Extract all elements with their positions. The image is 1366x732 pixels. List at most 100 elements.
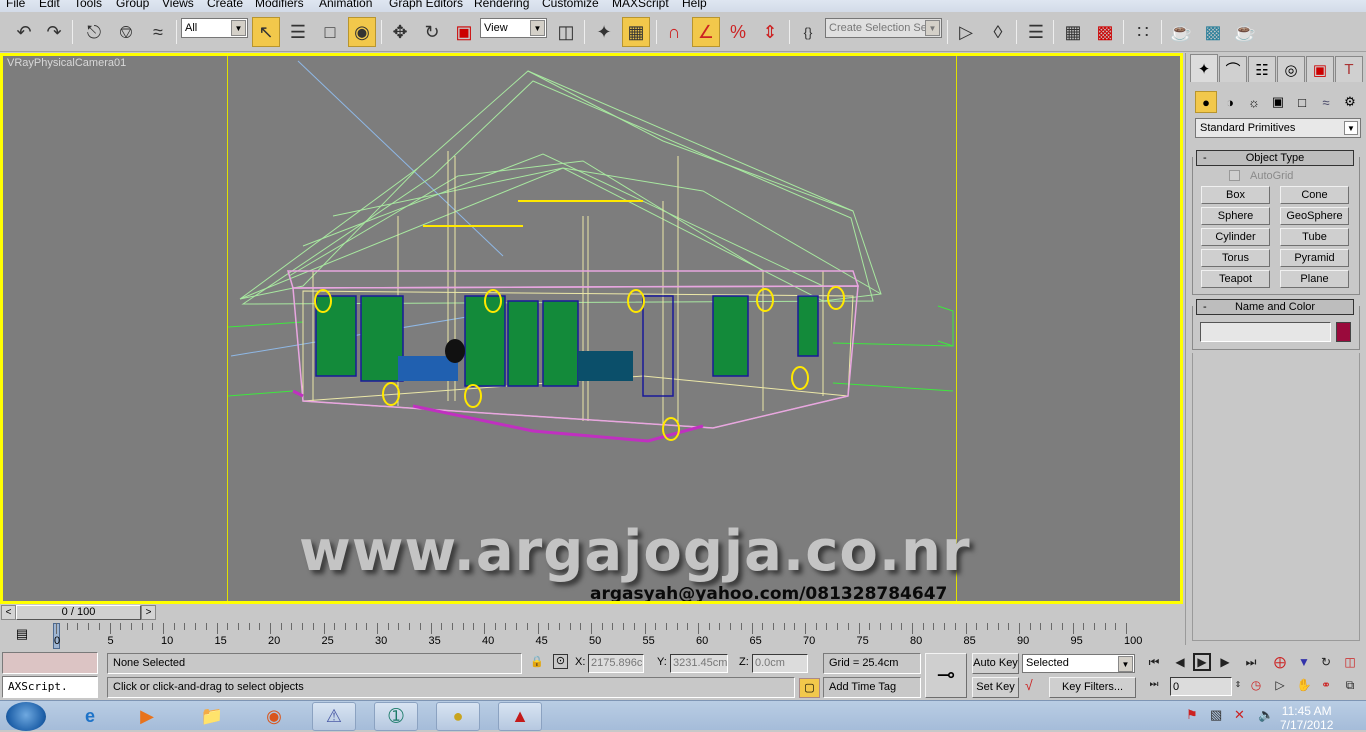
track-bar[interactable]: ▤ 0 5 10 15 20 25 30 35 40 45 50 55 60 65 70 75 80 85 90 95… — [0, 621, 1183, 651]
trackbar-ruler[interactable]: 0 5 10 15 20 25 30 35 40 45 50 55 60 65 70 75 80 85 90 95 10… — [54, 623, 1142, 651]
geosphere-button[interactable]: GeoSphere — [1280, 207, 1349, 225]
menu-tools[interactable]: Tools — [74, 0, 102, 10]
time-configuration-icon[interactable]: ◷ — [1246, 676, 1266, 694]
box-button[interactable]: Box — [1201, 186, 1270, 204]
add-time-tag-button[interactable]: Add Time Tag — [823, 677, 921, 698]
render-production-icon[interactable]: ☕ — [1231, 17, 1259, 47]
action-center-flag-icon[interactable]: ⚑ — [1186, 707, 1198, 723]
pan-view-icon[interactable]: ✋ — [1294, 676, 1314, 694]
create-tab-icon[interactable]: ✦ — [1190, 54, 1218, 82]
walk-through-icon[interactable]: ▷ — [1270, 676, 1290, 694]
display-tab-icon[interactable]: ▣ — [1306, 56, 1334, 82]
maxscript-mini-listener-top[interactable] — [2, 652, 98, 674]
mirror-icon[interactable]: ▷ — [952, 17, 980, 47]
schematic-view-icon[interactable]: ▩ — [1091, 17, 1119, 47]
mini-curve-editor-icon[interactable]: ▤ — [12, 626, 32, 646]
motion-tab-icon[interactable]: ◎ — [1277, 56, 1305, 82]
camera-viewport[interactable]: VRayPhysicalCamera01 www.argajogja.co.nr… — [0, 53, 1183, 604]
window-crossing-icon[interactable]: ◉ — [348, 17, 376, 47]
layer-manager-icon[interactable]: ☰ — [1022, 17, 1050, 47]
network-disconnected-icon[interactable]: ✕ — [1234, 707, 1245, 723]
sothink-swf-icon[interactable]: ● — [436, 702, 480, 731]
cylinder-button[interactable]: Cylinder — [1201, 228, 1270, 246]
action-center-app-icon[interactable]: ⚠ — [312, 702, 356, 731]
go-to-start-icon[interactable]: ⏮ — [1144, 653, 1164, 671]
menu-file[interactable]: File — [6, 0, 25, 10]
firefox-icon[interactable]: ◉ — [252, 702, 296, 731]
snaps-toggle-icon[interactable]: ∩ — [660, 17, 688, 47]
zoom-all-icon[interactable]: ▼ — [1294, 653, 1314, 671]
selection-filter-dropdown[interactable]: All ▼ — [181, 18, 248, 38]
percent-snap-icon[interactable]: % — [724, 17, 752, 47]
pyramid-button[interactable]: Pyramid — [1280, 249, 1349, 267]
set-key-button[interactable]: Set Key — [972, 677, 1019, 698]
undo-icon[interactable]: ↶ — [10, 17, 38, 47]
zoom-icon[interactable]: ⨁ — [1270, 653, 1290, 671]
curve-editor-icon[interactable]: ▦ — [1059, 17, 1087, 47]
key-mode-dropdown[interactable]: Selected ▼ — [1022, 654, 1135, 673]
helpers-icon[interactable]: □ — [1291, 91, 1313, 113]
autogrid-checkbox[interactable]: AutoGrid — [1229, 170, 1293, 182]
zoom-extents-all-icon[interactable]: ◫ — [1340, 653, 1360, 671]
time-slider[interactable]: < 0 / 100 > — [0, 604, 1183, 621]
frame-spinner-icon[interactable]: ⇕ — [1233, 676, 1243, 694]
menu-edit[interactable]: Edit — [39, 0, 60, 10]
menu-help[interactable]: Help — [682, 0, 707, 10]
windows-media-player-icon[interactable]: ▶ — [125, 702, 169, 731]
menu-maxscript[interactable]: MAXScript — [612, 0, 669, 10]
select-and-link-icon[interactable]: ⎋ — [80, 17, 108, 47]
menu-modifiers[interactable]: Modifiers — [255, 0, 304, 10]
select-and-scale-icon[interactable]: ▣ — [450, 17, 478, 47]
time-slider-thumb[interactable]: 0 / 100 — [16, 605, 141, 620]
menu-graph-editors[interactable]: Graph Editors — [389, 0, 463, 10]
key-mode-toggle-icon[interactable]: ⏭ — [1144, 676, 1164, 694]
named-selection-set-dropdown[interactable]: Create Selection Set ▼ — [825, 18, 942, 38]
bind-to-space-warp-icon[interactable]: ≈ — [144, 17, 172, 47]
edit-named-selection-icon[interactable]: {} — [794, 17, 822, 47]
maxscript-mini-listener[interactable]: AXScript. — [2, 676, 98, 698]
redo-icon[interactable]: ↷ — [40, 17, 68, 47]
default-in-out-tangent-icon[interactable]: √ — [1025, 677, 1033, 693]
unlink-selection-icon[interactable]: ⎊ — [112, 17, 140, 47]
x-coord-field[interactable]: 2175.896c — [588, 654, 644, 673]
internet-explorer-icon[interactable]: e — [68, 702, 112, 731]
previous-frame-arrow-icon[interactable]: < — [1, 605, 16, 620]
next-frame-icon[interactable]: ▶ — [1215, 653, 1235, 671]
spinner-snap-icon[interactable]: ⇕ — [756, 17, 784, 47]
tube-button[interactable]: Tube — [1280, 228, 1349, 246]
angle-snap-icon[interactable]: ∠ — [692, 17, 720, 47]
next-frame-arrow-icon[interactable]: > — [141, 605, 156, 620]
volume-icon[interactable]: 🔈 — [1258, 707, 1274, 723]
select-by-name-icon[interactable]: ☰ — [284, 17, 312, 47]
shapes-icon[interactable]: ◑ — [1219, 91, 1241, 113]
systems-icon[interactable]: ⚙ — [1339, 91, 1361, 113]
field-of-view-icon[interactable]: ↻ — [1316, 653, 1336, 671]
reference-coordinate-dropdown[interactable]: View ▼ — [480, 18, 547, 38]
previous-frame-icon[interactable]: ◀ — [1170, 653, 1190, 671]
z-coord-field[interactable]: 0.0cm — [752, 654, 808, 673]
menu-views[interactable]: Views — [162, 0, 194, 10]
y-coord-field[interactable]: 3231.45cm — [670, 654, 728, 673]
align-icon[interactable]: ◊ — [984, 17, 1012, 47]
menu-group[interactable]: Group — [116, 0, 149, 10]
use-pivot-center-icon[interactable]: ◫ — [552, 17, 580, 47]
object-name-input[interactable] — [1200, 322, 1331, 342]
orbit-icon[interactable]: ⚭ — [1316, 676, 1336, 694]
rendered-frame-window-icon[interactable]: ▩ — [1199, 17, 1227, 47]
set-key-mode-key-icon[interactable]: ⊸ — [925, 653, 967, 698]
name-and-color-header[interactable]: - Name and Color — [1196, 299, 1354, 315]
taskbar-clock[interactable]: 11:45 AM 7/17/2012 — [1280, 704, 1333, 732]
object-type-header[interactable]: - Object Type — [1196, 150, 1354, 166]
teapot-button[interactable]: Teapot — [1201, 270, 1270, 288]
plane-button[interactable]: Plane — [1280, 270, 1349, 288]
absolute-mode-transform-icon[interactable]: ⊙ — [553, 654, 568, 669]
maximize-viewport-icon[interactable]: ⧉ — [1340, 676, 1360, 694]
render-setup-icon[interactable]: ☕ — [1167, 17, 1195, 47]
geometry-icon[interactable]: ● — [1195, 91, 1217, 113]
sphere-button[interactable]: Sphere — [1201, 207, 1270, 225]
object-color-swatch[interactable] — [1336, 322, 1351, 342]
go-to-end-icon[interactable]: ⏭ — [1241, 653, 1261, 671]
menu-rendering[interactable]: Rendering — [474, 0, 529, 10]
cone-button[interactable]: Cone — [1280, 186, 1349, 204]
time-tag-cube-icon[interactable]: ▢ — [799, 678, 820, 698]
